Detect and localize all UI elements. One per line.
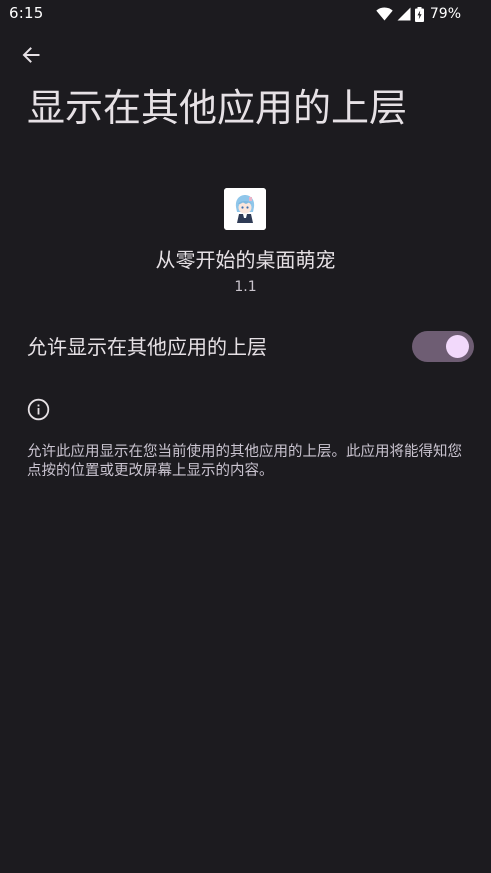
app-name: 从零开始的桌面萌宠 [155,248,336,272]
cellular-signal-icon [397,7,411,21]
app-version: 1.1 [234,279,257,295]
back-button[interactable] [14,40,48,74]
battery-percentage: 79% [429,6,461,22]
status-bar: 6:15 79% [0,0,491,28]
page-title: 显示在其他应用的上层 [27,86,408,130]
toggle-thumb [446,335,469,358]
permission-description: 允许此应用显示在您当前使用的其他应用的上层。此应用将能得知您点按的位置或更改屏幕… [27,444,462,479]
allow-overlay-toggle[interactable] [412,331,474,362]
allow-overlay-setting[interactable]: 允许显示在其他应用的上层 [0,320,491,376]
app-icon [224,188,266,230]
arrow-back-icon[interactable] [21,45,41,69]
battery-charging-icon [414,6,424,22]
status-icons: 79% [376,5,461,23]
info-icon [27,398,50,421]
status-time: 6:15 [9,4,44,22]
allow-overlay-label: 允许显示在其他应用的上层 [27,335,267,359]
wifi-icon [376,7,393,21]
